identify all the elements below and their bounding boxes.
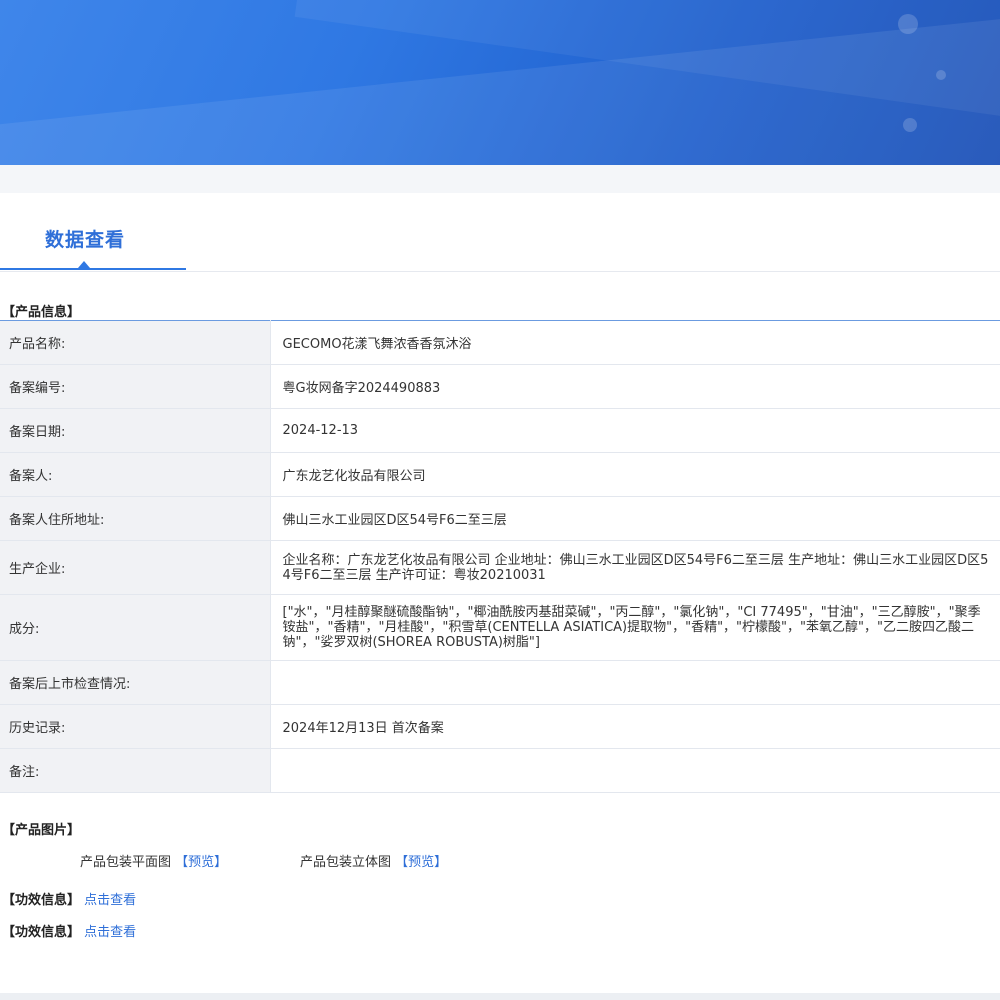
report-2-title: 【功效信息】 — [2, 925, 81, 940]
row-label: 备案后上市检查情况: — [0, 660, 271, 705]
row-label: 产品名称: — [0, 320, 271, 365]
row-label: 生产企业: — [0, 540, 271, 595]
row-label: 成分: — [0, 594, 271, 661]
row-label: 备注: — [0, 748, 271, 793]
product-images-section-title: 【产品图片】 — [2, 823, 81, 838]
row-value: 2024-12-13 — [270, 408, 1000, 453]
row-label: 备案人: — [0, 452, 271, 497]
table-row: 备注: — [0, 748, 1000, 793]
banner-decoration-dot — [903, 118, 917, 132]
solid-image-entry: 产品包装立体图 【预览】 — [300, 851, 447, 870]
row-label: 备案日期: — [0, 408, 271, 453]
page-footer-strip — [0, 993, 1000, 1000]
product-info-table: 产品名称: GECOMO花漾飞舞浓香香氛沐浴 备案编号: 粤G妆网备字20244… — [0, 320, 1000, 793]
solid-image-label: 产品包装立体图 — [300, 855, 392, 870]
report-2-entry: 【功效信息】 点击查看 — [2, 921, 136, 940]
row-value: 广东龙艺化妆品有限公司 — [270, 452, 1000, 497]
row-label: 历史记录: — [0, 704, 271, 749]
report-2-view-link[interactable]: 点击查看 — [84, 925, 136, 940]
table-row: 历史记录: 2024年12月13日 首次备案 — [0, 704, 1000, 749]
row-value: 粤G妆网备字2024490883 — [270, 364, 1000, 409]
row-value — [270, 748, 1000, 793]
row-value: ["水"，"月桂醇聚醚硫酸酯钠"，"椰油酰胺丙基甜菜碱"，"丙二醇"，"氯化钠"… — [270, 594, 1000, 661]
row-value: GECOMO花漾飞舞浓香香氛沐浴 — [270, 320, 1000, 365]
table-row: 产品名称: GECOMO花漾飞舞浓香香氛沐浴 — [0, 320, 1000, 365]
row-value: 佛山三水工业园区D区54号F6二至三层 — [270, 496, 1000, 541]
content-card: 数据查看 【产品信息】 产品名称: GECOMO花漾飞舞浓香香氛沐浴 备案编号:… — [0, 193, 1000, 993]
tab-data-view[interactable]: 数据查看 — [0, 193, 186, 270]
header-banner — [0, 0, 1000, 165]
table-row: 备案人: 广东龙艺化妆品有限公司 — [0, 452, 1000, 497]
table-row: 生产企业: 企业名称：广东龙艺化妆品有限公司 企业地址：佛山三水工业园区D区54… — [0, 540, 1000, 595]
tab-indicator-icon — [78, 261, 90, 268]
banner-decoration-dot — [898, 14, 918, 34]
row-value: 2024年12月13日 首次备案 — [270, 704, 1000, 749]
report-1-entry: 【功效信息】 点击查看 — [2, 889, 136, 908]
report-1-view-link[interactable]: 点击查看 — [84, 893, 136, 908]
table-row: 备案编号: 粤G妆网备字2024490883 — [0, 364, 1000, 409]
flat-image-label: 产品包装平面图 — [80, 855, 172, 870]
tab-bar: 数据查看 — [0, 193, 1000, 272]
tab-data-view-label: 数据查看 — [45, 229, 126, 251]
table-row: 成分: ["水"，"月桂醇聚醚硫酸酯钠"，"椰油酰胺丙基甜菜碱"，"丙二醇"，"… — [0, 594, 1000, 661]
table-row: 备案后上市检查情况: — [0, 660, 1000, 705]
row-value: 企业名称：广东龙艺化妆品有限公司 企业地址：佛山三水工业园区D区54号F6二至三… — [270, 540, 1000, 595]
table-row: 备案日期: 2024-12-13 — [0, 408, 1000, 453]
row-label: 备案人住所地址: — [0, 496, 271, 541]
banner-decoration-dot — [936, 70, 946, 80]
row-value — [270, 660, 1000, 705]
table-row: 备案人住所地址: 佛山三水工业园区D区54号F6二至三层 — [0, 496, 1000, 541]
row-label: 备案编号: — [0, 364, 271, 409]
solid-image-preview-link[interactable]: 【预览】 — [395, 855, 447, 870]
product-info-section-title: 【产品信息】 — [2, 305, 81, 320]
flat-image-entry: 产品包装平面图 【预览】 — [80, 851, 227, 870]
report-1-title: 【功效信息】 — [2, 893, 81, 908]
flat-image-preview-link[interactable]: 【预览】 — [175, 855, 227, 870]
